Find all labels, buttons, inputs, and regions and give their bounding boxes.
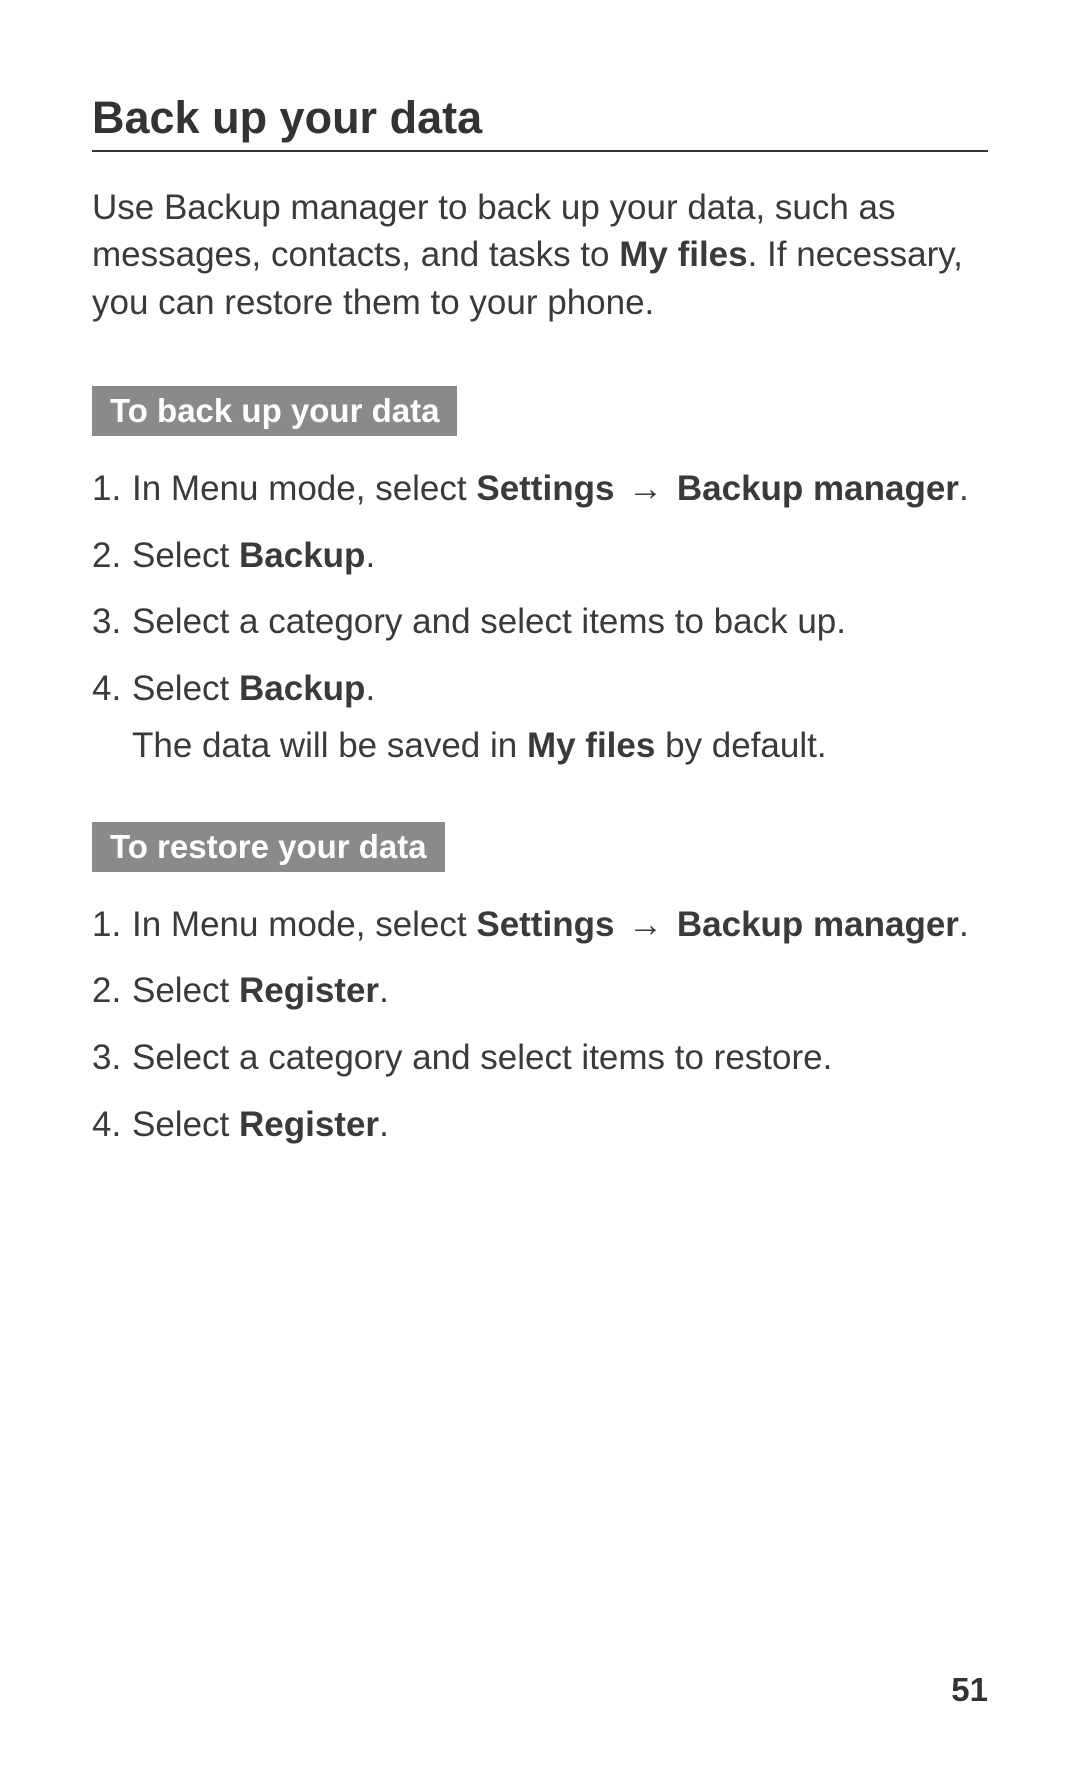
step-text: . [365,536,375,575]
step-number: 3. [92,1033,132,1084]
step-bold: Settings [476,469,614,508]
step-number: 2. [92,966,132,1017]
section-backup: To back up your data 1. In Menu mode, se… [92,386,988,772]
step-bold: Register [239,971,379,1010]
step-body: Select Register. [132,966,988,1017]
steps-restore: 1. In Menu mode, select Settings → Backu… [92,900,988,1151]
step-number: 2. [92,531,132,582]
step-text: Select [132,1105,239,1144]
subheading-restore: To restore your data [92,822,445,872]
list-item: 3. Select a category and select items to… [92,597,988,648]
step-text: . [379,1105,389,1144]
step-bold: Settings [476,905,614,944]
step-text: In Menu mode, select [132,905,476,944]
step-number: 1. [92,900,132,951]
list-item: 4. Select Register. [92,1100,988,1151]
step-bold: Backup manager [677,905,959,944]
step-text: Select [132,669,239,708]
step-body: Select a category and select items to re… [132,1033,988,1084]
steps-backup: 1. In Menu mode, select Settings → Backu… [92,464,988,772]
step-text: . [365,669,375,708]
step-bold: Backup [239,669,365,708]
list-item: 1. In Menu mode, select Settings → Backu… [92,900,988,951]
step-number: 3. [92,597,132,648]
step-bold: Backup [239,536,365,575]
step-text: Select [132,536,239,575]
step-body: In Menu mode, select Settings → Backup m… [132,900,988,951]
step-text: . [959,905,969,944]
note-text: The data will be saved in [132,726,527,765]
list-item: 2. Select Backup. [92,531,988,582]
list-item: 3. Select a category and select items to… [92,1033,988,1084]
note-text: by default. [655,726,826,765]
step-text: In Menu mode, select [132,469,476,508]
intro-paragraph: Use Backup manager to back up your data,… [92,184,988,326]
arrow-icon: → [614,905,676,944]
step-text: Select [132,971,239,1010]
section-restore: To restore your data 1. In Menu mode, se… [92,822,988,1151]
step-body: Select Register. [132,1100,988,1151]
list-item: 4. Select Backup. [92,664,988,715]
step-text: . [959,469,969,508]
step-body: Select a category and select items to ba… [132,597,988,648]
subheading-backup: To back up your data [92,386,457,436]
arrow-icon: → [614,469,676,508]
list-item: 2. Select Register. [92,966,988,1017]
step-number: 1. [92,464,132,515]
list-item: 1. In Menu mode, select Settings → Backu… [92,464,988,515]
step-bold: Backup manager [677,469,959,508]
step-body: Select Backup. [132,664,988,715]
step-number: 4. [92,1100,132,1151]
page-number: 51 [951,1671,988,1709]
step-number: 4. [92,664,132,715]
step-text: Select a category and select items to ba… [132,602,846,641]
page-title: Back up your data [92,92,988,152]
step-body: Select Backup. [132,531,988,582]
step-text: Select a category and select items to re… [132,1038,832,1077]
intro-bold: My files [619,235,747,274]
step-body: In Menu mode, select Settings → Backup m… [132,464,988,515]
note-bold: My files [527,726,655,765]
step-text: . [379,971,389,1010]
step-note: The data will be saved in My files by de… [132,721,988,772]
step-bold: Register [239,1105,379,1144]
